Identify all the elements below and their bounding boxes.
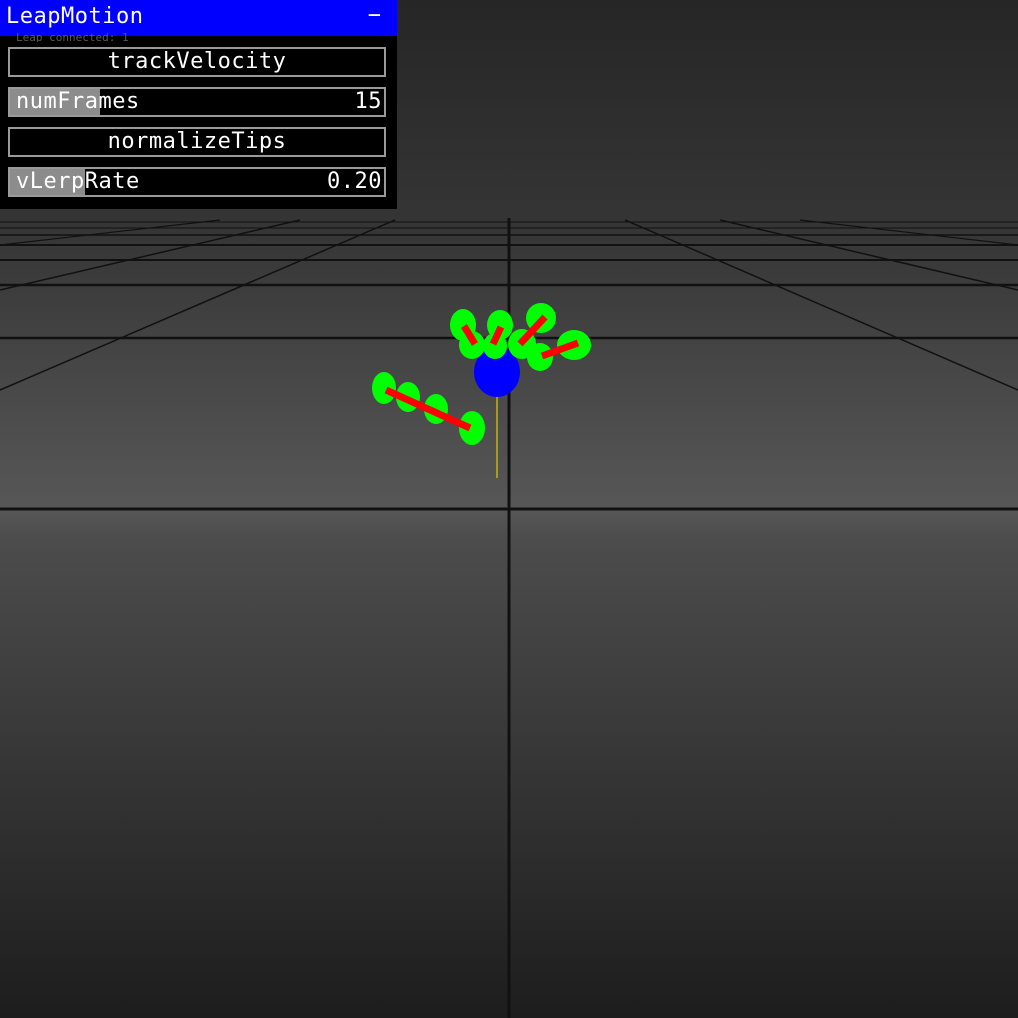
track-velocity-button[interactable]: trackVelocity [8,47,386,77]
v-lerp-rate-label: vLerpRate [16,169,140,194]
num-frames-label: numFrames [16,89,140,114]
num-frames-value: 15 [354,89,382,114]
connection-status: Leap connected: 1 [16,31,129,42]
gui-panel: LeapMotion − Leap connected: 1 trackVelo… [0,0,397,209]
normalize-tips-button[interactable]: normalizeTips [8,127,386,157]
num-frames-slider[interactable]: numFrames 15 [8,87,386,117]
v-lerp-rate-slider[interactable]: vLerpRate 0.20 [8,167,386,197]
panel-title: LeapMotion [6,4,144,29]
track-velocity-label: trackVelocity [107,49,287,74]
minimize-button[interactable]: − [368,3,381,29]
v-lerp-rate-value: 0.20 [327,169,382,194]
finger-joint [372,372,396,404]
normalize-tips-label: normalizeTips [107,129,287,154]
